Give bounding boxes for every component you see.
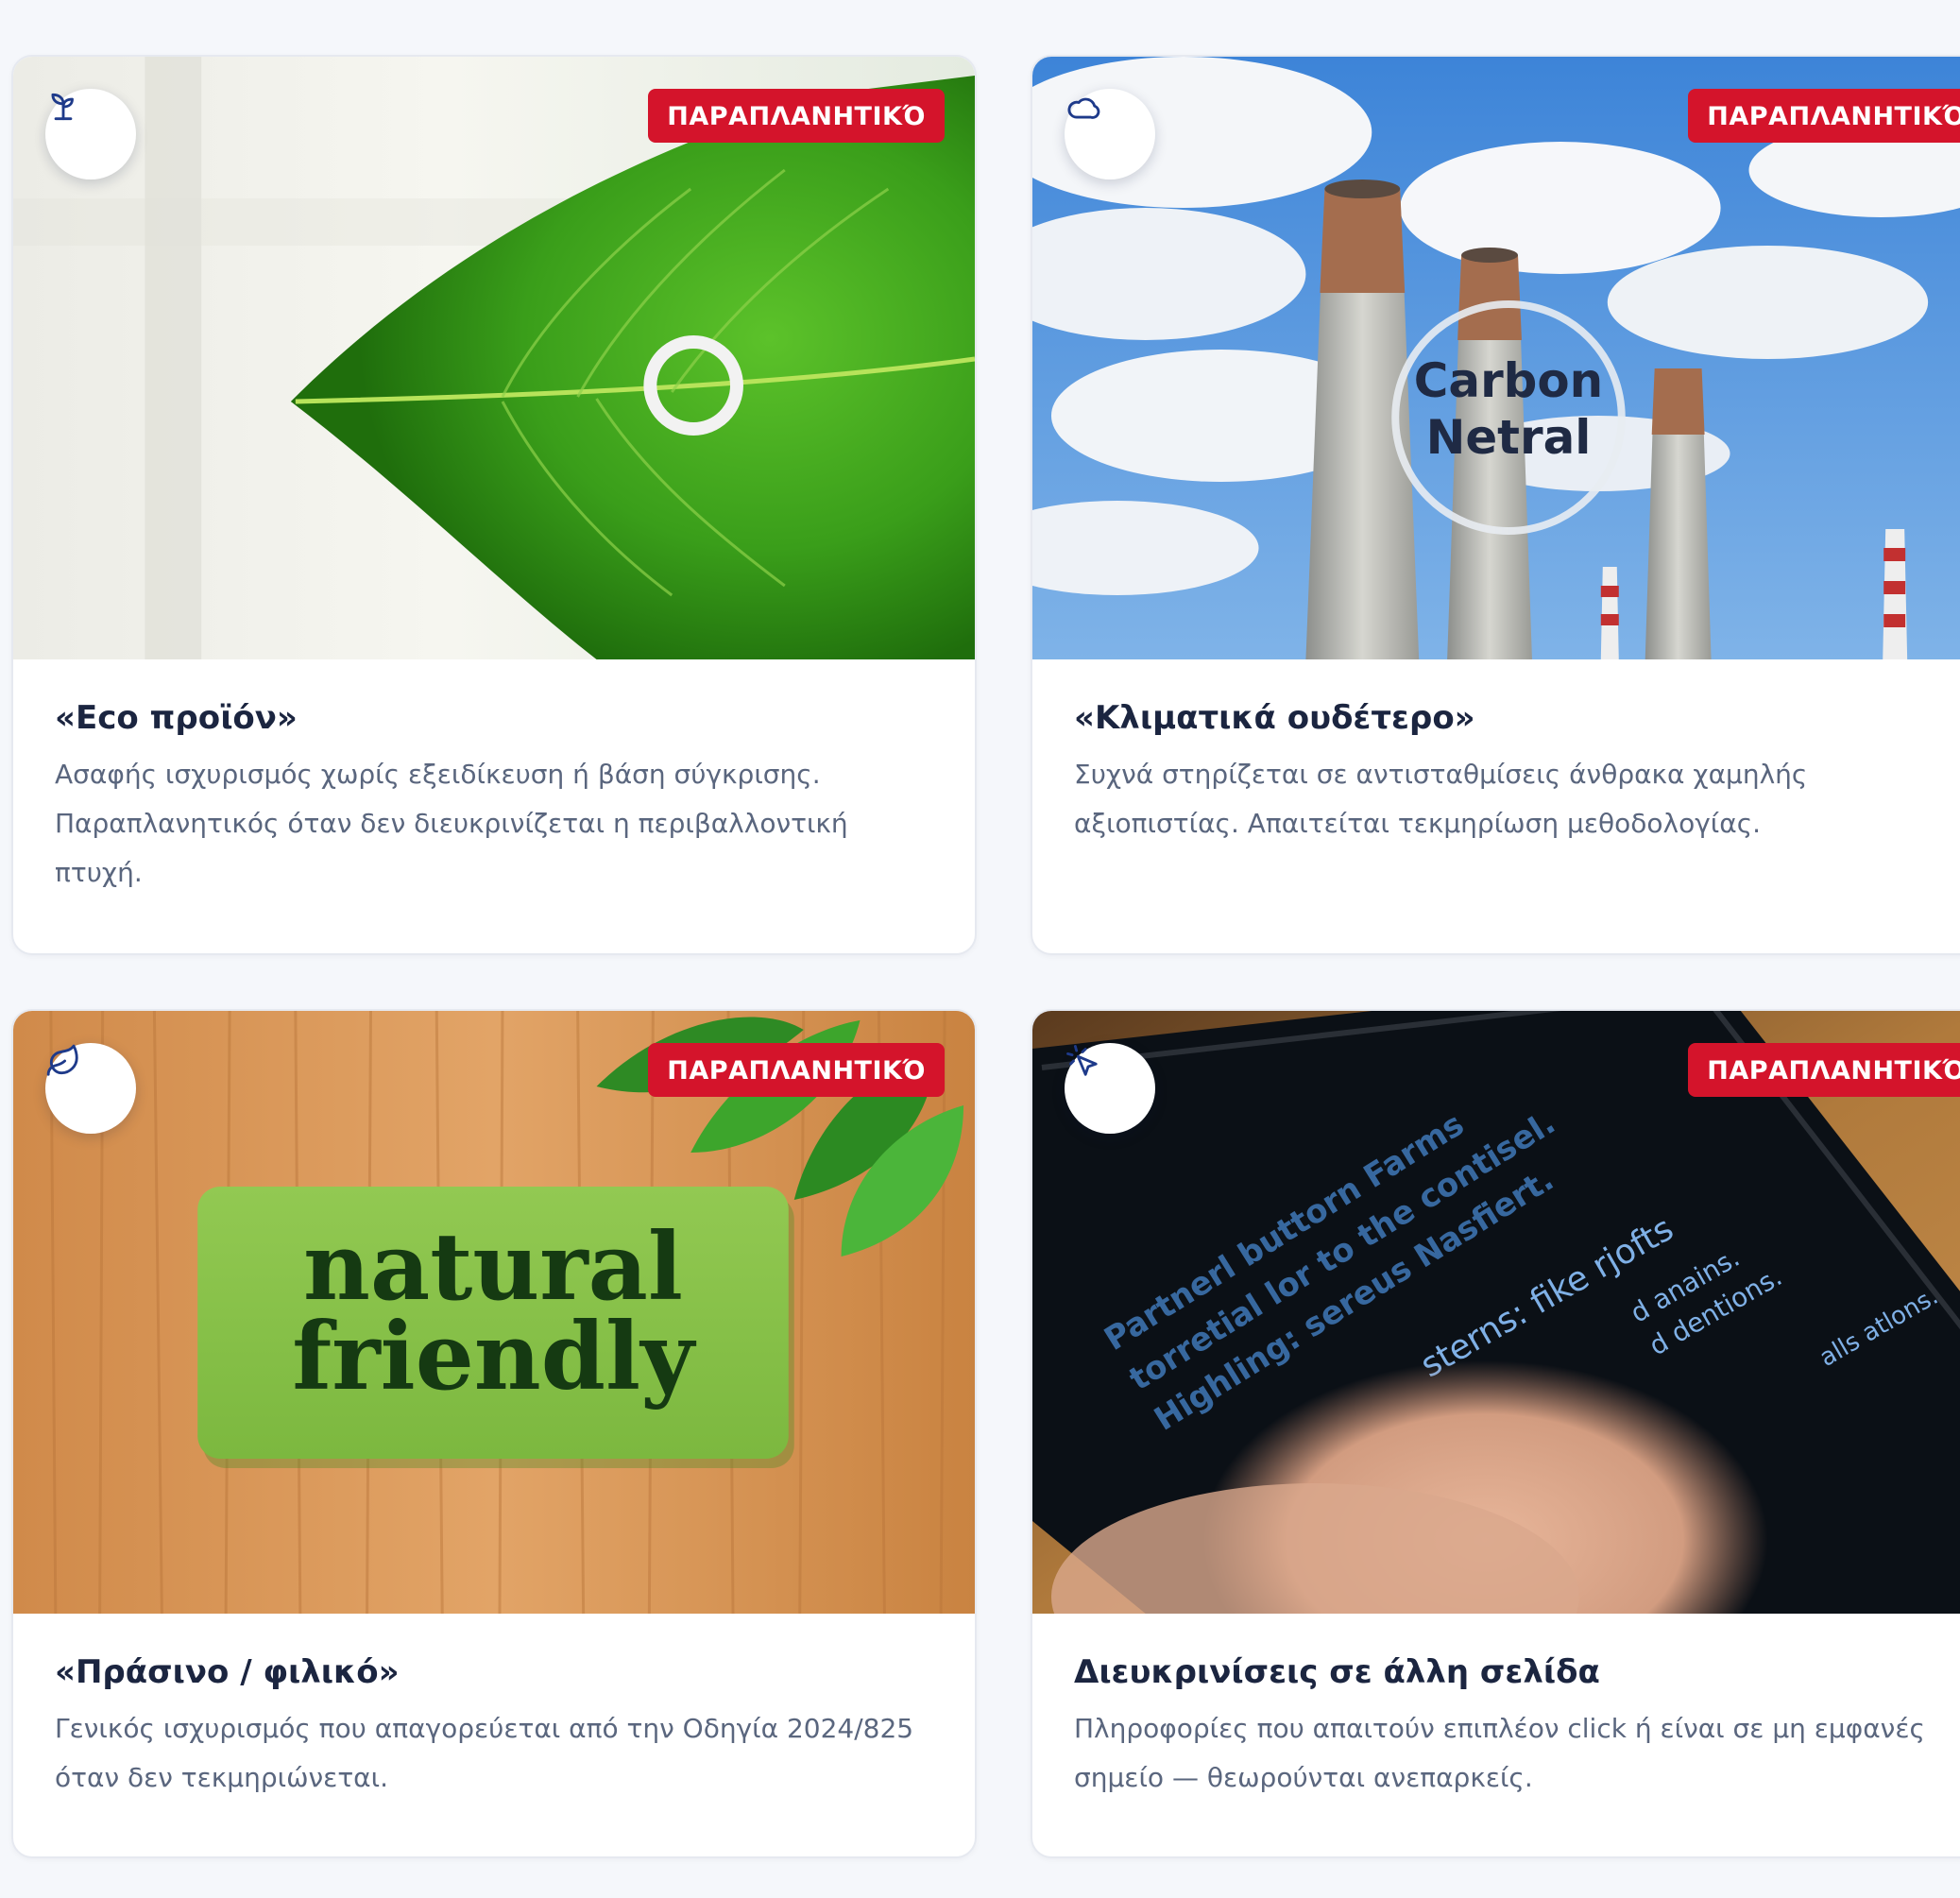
status-badge: ΠΑΡΑΠΛΑΝΗΤΙΚΌ	[648, 89, 945, 143]
pointer-click-icon	[1065, 1043, 1155, 1134]
claim-card-climate-neutral[interactable]: Carbon Netral ΠΑΡΑΠΛΑΝΗΤΙΚΌ «Κλιματικά ο…	[1031, 55, 1960, 955]
card-description: Γενικός ισχυρισμός που απαγορεύεται από …	[55, 1713, 914, 1793]
card-image-phone: Partnerl buttorn Farms torretial lor to …	[1032, 1011, 1960, 1614]
claim-card-eco-product[interactable]: ΠΑΡΑΠΛΑΝΗΤΙΚΌ «Eco προϊόν» Ασαφής ισχυρι…	[11, 55, 977, 955]
card-title: Διευκρινίσεις σε άλλη σελίδα	[1074, 1653, 1600, 1691]
image-text-carbon: Carbon	[1414, 353, 1603, 408]
card-description: Συχνά στηρίζεται σε αντισταθμίσεις άνθρα…	[1074, 759, 1808, 839]
card-image-leaf: ΠΑΡΑΠΛΑΝΗΤΙΚΌ	[13, 57, 975, 659]
card-description: Πληροφορίες που απαιτούν επιπλέον click …	[1074, 1713, 1925, 1793]
image-text-neutral: Netral	[1426, 410, 1592, 465]
image-text-friendly: friendly	[292, 1303, 697, 1411]
status-badge: ΠΑΡΑΠΛΑΝΗΤΙΚΌ	[648, 1043, 945, 1097]
card-title: «Κλιματικά ουδέτερο»	[1074, 699, 1475, 737]
status-badge: ΠΑΡΑΠΛΑΝΗΤΙΚΌ	[1688, 1043, 1960, 1097]
card-description: Ασαφής ισχυρισμός χωρίς εξειδίκευση ή βά…	[55, 759, 848, 888]
leaf-icon	[45, 1043, 136, 1134]
claim-card-info-elsewhere[interactable]: Partnerl buttorn Farms torretial lor to …	[1031, 1009, 1960, 1858]
claim-card-green-friendly[interactable]: natural friendly ΠΑΡΑΠΛΑΝΗΤΙΚΌ «Πράσινο …	[11, 1009, 977, 1858]
card-image-smokestacks: Carbon Netral ΠΑΡΑΠΛΑΝΗΤΙΚΌ	[1032, 57, 1960, 659]
card-title: «Eco προϊόν»	[55, 699, 298, 737]
status-badge: ΠΑΡΑΠΛΑΝΗΤΙΚΌ	[1688, 89, 1960, 143]
sprout-icon	[45, 89, 136, 180]
cloud-icon	[1065, 89, 1155, 180]
card-title: «Πράσινο / φιλικό»	[55, 1653, 400, 1691]
card-image-wood-label: natural friendly ΠΑΡΑΠΛΑΝΗΤΙΚΌ	[13, 1011, 975, 1614]
